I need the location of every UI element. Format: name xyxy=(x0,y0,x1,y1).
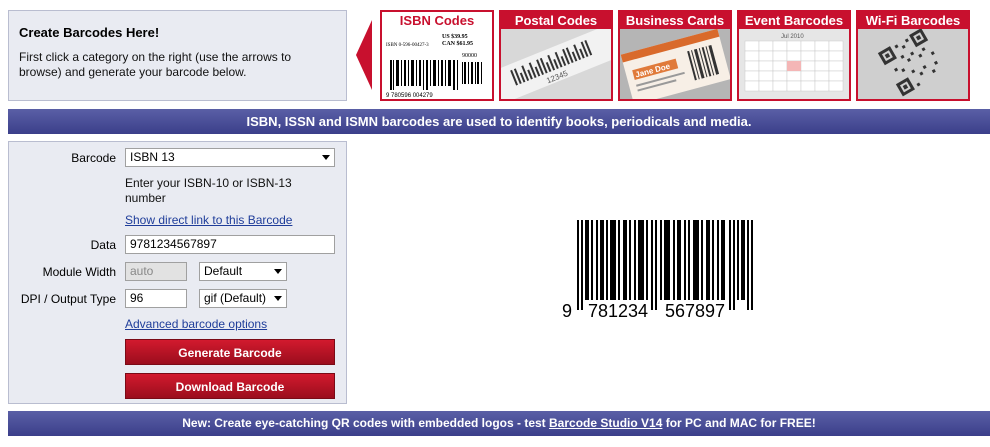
barcode-digits-right: 567897 xyxy=(665,301,725,321)
generate-barcode-button[interactable]: Generate Barcode xyxy=(125,339,335,365)
barcode-digit-first: 9 xyxy=(562,301,572,321)
scroll-left-arrow-icon[interactable] xyxy=(354,10,374,101)
category-label: ISBN Codes xyxy=(382,12,492,29)
category-label: Business Cards xyxy=(620,12,730,29)
module-width-select[interactable]: Default xyxy=(199,262,287,281)
promo-text-suffix: for PC and MAC for FREE! xyxy=(662,416,816,430)
wifi-qr-thumbnail xyxy=(858,29,968,99)
barcode-image: 9 781234 567897 xyxy=(560,220,770,324)
category-business-cards[interactable]: Business Cards Jane Doe xyxy=(618,10,732,101)
category-postal-codes[interactable]: Postal Codes 12345 xyxy=(499,10,613,101)
output-type-select[interactable]: gif (Default) xyxy=(199,289,287,308)
isbn-thumb-price-can: CAN $61.95 xyxy=(442,40,473,47)
isbn-thumb-digits: 9 780596 004279 xyxy=(386,93,433,99)
chevron-down-icon xyxy=(322,155,330,160)
postal-thumbnail: 12345 xyxy=(501,29,611,99)
category-label: Event Barcodes xyxy=(739,12,849,29)
event-calendar-thumbnail: Jul 2010 xyxy=(739,29,849,99)
isbn-thumbnail: US $39.95 CAN $61.95 ISBN 0-596-00427-3 … xyxy=(382,29,492,99)
data-input[interactable]: 9781234567897 xyxy=(125,235,335,254)
data-hint-text: Enter your ISBN-10 or ISBN-13 number xyxy=(125,176,292,205)
output-type-value: gif (Default) xyxy=(204,291,267,305)
chevron-down-icon xyxy=(274,296,282,301)
chevron-down-icon xyxy=(274,269,282,274)
barcode-label: Barcode xyxy=(71,151,116,165)
category-label: Postal Codes xyxy=(501,12,611,29)
isbn-thumb-code: 90000 xyxy=(462,53,477,59)
intro-title: Create Barcodes Here! xyxy=(19,25,160,40)
isbn-thumb-price-us: US $39.95 xyxy=(442,33,468,40)
module-width-label: Module Width xyxy=(42,265,116,279)
category-label: Wi-Fi Barcodes xyxy=(858,12,968,29)
data-label: Data xyxy=(90,238,116,252)
category-description-banner: ISBN, ISSN and ISMN barcodes are used to… xyxy=(8,109,990,134)
isbn-thumb-number: ISBN 0-596-00427-3 xyxy=(386,43,429,48)
module-width-input[interactable]: auto xyxy=(125,262,187,281)
promo-text-prefix: New: Create eye-catching QR codes with e… xyxy=(182,416,550,430)
advanced-options-link[interactable]: Advanced barcode options xyxy=(125,317,267,331)
category-wifi-barcodes[interactable]: Wi-Fi Barcodes xyxy=(856,10,970,101)
barcode-type-select[interactable]: ISBN 13 xyxy=(125,148,335,167)
direct-link[interactable]: Show direct link to this Barcode xyxy=(125,213,292,227)
download-barcode-button[interactable]: Download Barcode xyxy=(125,373,335,399)
barcode-type-value: ISBN 13 xyxy=(130,150,175,164)
category-event-barcodes[interactable]: Event Barcodes Jul 2010 xyxy=(737,10,851,101)
module-width-option: Default xyxy=(204,264,243,278)
barcode-digits-left: 781234 xyxy=(588,301,648,321)
dpi-output-label: DPI / Output Type xyxy=(20,292,116,306)
event-thumb-month: Jul 2010 xyxy=(781,34,804,40)
category-isbn-codes[interactable]: ISBN Codes US $39.95 CAN $61.95 ISBN 0-5… xyxy=(380,10,494,101)
business-card-thumbnail: Jane Doe xyxy=(620,29,730,99)
barcode-form: Barcode ISBN 13 Enter your ISBN-10 or IS… xyxy=(8,141,347,404)
intro-panel: Create Barcodes Here! First click a cate… xyxy=(8,10,347,101)
promo-banner: New: Create eye-catching QR codes with e… xyxy=(8,411,990,436)
barcode-studio-link[interactable]: Barcode Studio V14 xyxy=(549,416,662,430)
intro-text: First click a category on the right (use… xyxy=(19,50,292,79)
dpi-input[interactable]: 96 xyxy=(125,289,187,308)
